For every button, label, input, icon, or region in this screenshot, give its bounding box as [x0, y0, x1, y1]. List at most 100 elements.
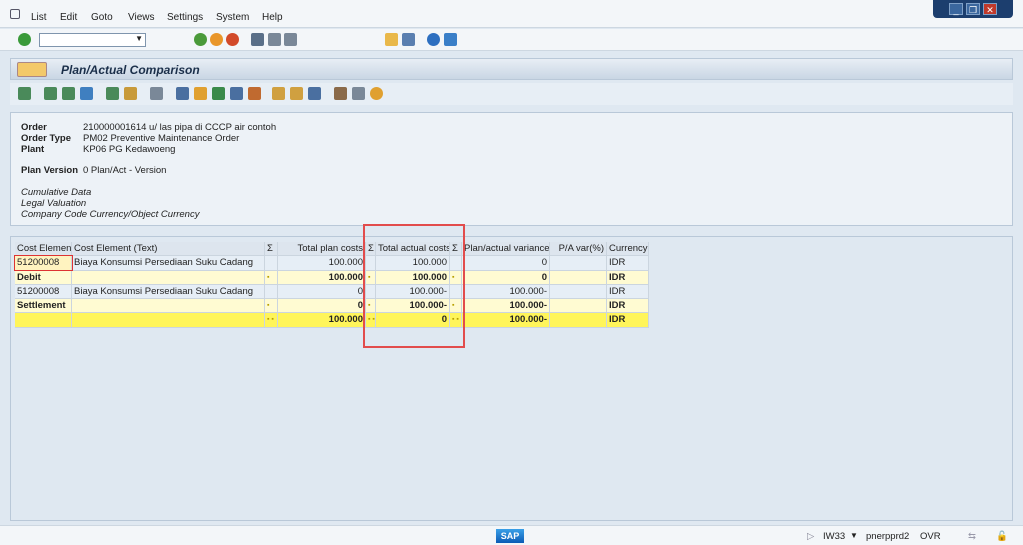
note-valuation: Legal Valuation	[21, 198, 87, 209]
menu-system[interactable]: System	[216, 12, 249, 23]
filter-icon[interactable]	[80, 87, 93, 100]
spreadsheet-icon[interactable]	[212, 87, 225, 100]
grid-cell: Biaya Konsumsi Persediaan Suku Cadang	[72, 256, 265, 271]
grid-cell	[265, 256, 278, 271]
column-header[interactable]: Currency	[607, 242, 649, 256]
menu-icon[interactable]	[10, 9, 20, 19]
new-session-icon[interactable]	[385, 33, 398, 46]
expand-status-icon[interactable]: ▷	[807, 531, 814, 542]
grid-cell: 0	[278, 299, 366, 314]
find-icon[interactable]	[268, 33, 281, 46]
column-header[interactable]: Σ	[265, 242, 278, 256]
grid-cell	[72, 299, 265, 314]
order-field: Order 210000001614 u/ las pipa di CCCP ai…	[21, 122, 277, 133]
find-next-icon[interactable]	[284, 33, 297, 46]
title-bar: Plan/Actual Comparison	[10, 58, 1013, 80]
grid-cell	[550, 270, 607, 285]
chevron-down-icon[interactable]: ▼	[850, 531, 858, 540]
send-icon[interactable]	[194, 87, 207, 100]
menu-views[interactable]: Views	[128, 12, 155, 23]
print-icon[interactable]	[251, 33, 264, 46]
print-preview-icon[interactable]	[150, 87, 163, 100]
graphic-icon[interactable]	[248, 87, 261, 100]
table-row: Debit ▪ 100.000 ▪ 100.000 ▪ 0 IDR	[15, 270, 649, 285]
grid-cell: ▪ ▪	[265, 313, 278, 328]
application-toolbar	[10, 83, 1013, 105]
header-panel: Order 210000001614 u/ las pipa di CCCP ai…	[10, 112, 1013, 226]
settings-icon[interactable]	[370, 87, 383, 100]
grid-cell	[550, 313, 607, 328]
column-header[interactable]: P/A var(%)	[550, 242, 607, 256]
grid-cell	[550, 256, 607, 271]
grid-cell	[15, 313, 72, 328]
customize-icon[interactable]	[444, 33, 457, 46]
column-header[interactable]: Total plan costs	[278, 242, 366, 256]
rows-icon[interactable]	[352, 87, 365, 100]
select-layout-icon[interactable]	[290, 87, 303, 100]
grid-cell: 100.000-	[462, 313, 550, 328]
grid-cell: IDR	[607, 313, 649, 328]
export-icon[interactable]	[176, 87, 189, 100]
sap-logo: SAP	[496, 529, 524, 543]
table-row: 51200008 Biaya Konsumsi Persediaan Suku C…	[15, 284, 649, 300]
grid-cell: 100.000	[278, 313, 366, 328]
grid-cell: 0	[278, 284, 366, 299]
grid-cell: 100.000-	[462, 299, 550, 314]
menu-list[interactable]: List	[31, 12, 47, 23]
save-layout-icon[interactable]	[308, 87, 321, 100]
insert-mode[interactable]: OVR	[920, 531, 941, 542]
command-field[interactable]: ▼	[39, 33, 146, 47]
grid-cell: IDR	[607, 256, 649, 271]
sort-ascending-icon[interactable]	[44, 87, 57, 100]
window-controls: _ ❐ ✕	[933, 0, 1013, 18]
word-icon[interactable]	[230, 87, 243, 100]
grid-cell: 0	[462, 270, 550, 285]
total-icon[interactable]	[106, 87, 119, 100]
column-header[interactable]: Cost Element (Text)	[72, 242, 265, 256]
cost-grid: Cost Element Cost Element (Text) Σ Total pl…	[14, 242, 649, 328]
columns-icon[interactable]	[334, 87, 347, 100]
help-icon[interactable]	[427, 33, 440, 46]
note-cumulative: Cumulative Data	[21, 187, 92, 198]
highlight-box	[363, 224, 465, 348]
subtotal-icon[interactable]	[124, 87, 137, 100]
back-icon[interactable]	[194, 33, 207, 46]
lock-icon[interactable]: 🔓	[996, 531, 1008, 542]
grid-cell[interactable]: 51200008	[14, 255, 73, 272]
sort-descending-icon[interactable]	[62, 87, 75, 100]
grid-cell: ▪	[265, 299, 278, 314]
table-row: ▪ ▪ 100.000 ▪ ▪ 0 ▪ ▪ 100.000- IDR	[15, 313, 649, 328]
transaction-code[interactable]: IW33	[823, 531, 845, 542]
restore-icon[interactable]: ❐	[966, 3, 980, 15]
grid-cell: 100.000	[278, 270, 366, 285]
column-header[interactable]: Cost Element	[15, 242, 72, 256]
grid-cell: IDR	[607, 270, 649, 285]
grid-cell	[550, 284, 607, 299]
grid-cell: 51200008	[15, 284, 72, 299]
exit-icon[interactable]	[210, 33, 223, 46]
grid-cell: IDR	[607, 299, 649, 314]
connection-icon: ⇆	[968, 531, 976, 542]
minimize-icon[interactable]: _	[949, 3, 963, 15]
server-name: pnerpprd2	[866, 531, 910, 542]
menu-settings[interactable]: Settings	[167, 12, 203, 23]
table-row: Settlement ▪ 0 ▪ 100.000- ▪ 100.000- IDR	[15, 299, 649, 314]
menu-bar: List Edit Goto Views Settings System Hel…	[0, 0, 1023, 28]
grid-cell: 100.000-	[462, 284, 550, 299]
layout-menu-icon[interactable]	[17, 62, 47, 77]
grid-cell: 100.000	[278, 256, 366, 271]
close-icon[interactable]: ✕	[983, 3, 997, 15]
grid-cell: 0	[462, 256, 550, 271]
change-layout-icon[interactable]	[272, 87, 285, 100]
shortcut-icon[interactable]	[402, 33, 415, 46]
column-header[interactable]: Plan/actual variance	[462, 242, 550, 256]
chevron-down-icon[interactable]: ▼	[135, 34, 143, 43]
menu-goto[interactable]: Goto	[91, 12, 113, 23]
table-row: 51200008 Biaya Konsumsi Persediaan Suku C…	[14, 255, 649, 272]
menu-help[interactable]: Help	[262, 12, 283, 23]
menu-edit[interactable]: Edit	[60, 12, 77, 23]
enter-icon[interactable]	[18, 33, 31, 46]
cancel-icon[interactable]	[226, 33, 239, 46]
details-icon[interactable]	[18, 87, 31, 100]
grid-cell: Debit	[15, 270, 72, 285]
